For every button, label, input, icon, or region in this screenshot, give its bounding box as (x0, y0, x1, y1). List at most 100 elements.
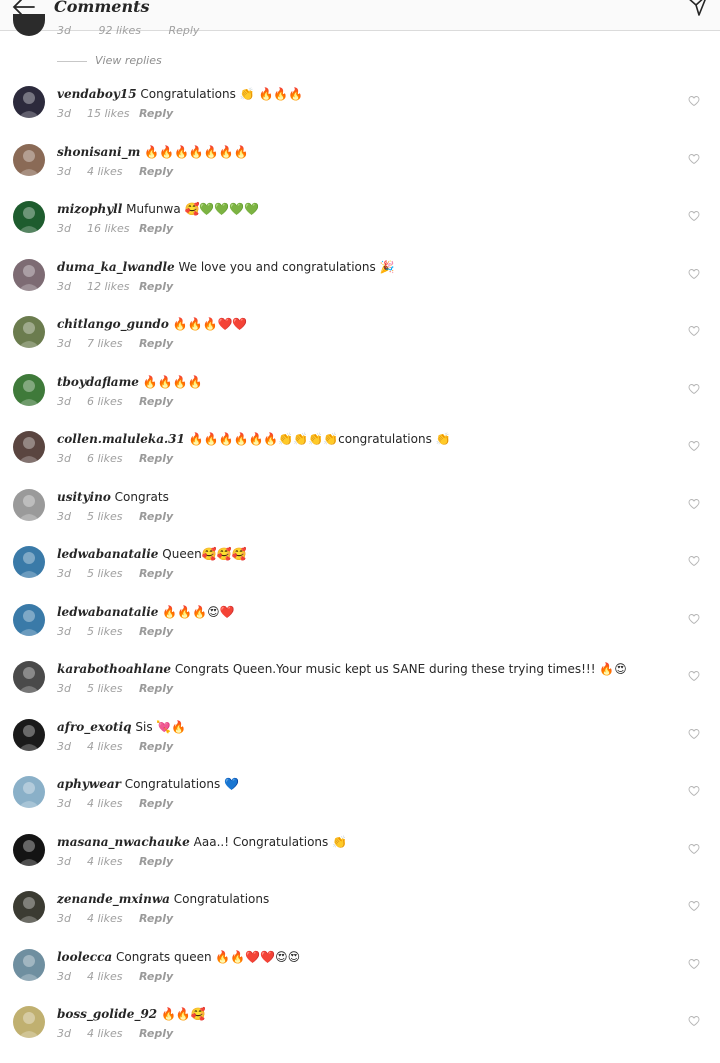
comment-username[interactable]: afro_exotiq (57, 720, 132, 734)
avatar[interactable] (13, 1006, 45, 1038)
comment-likes[interactable]: 5 likes (87, 682, 139, 695)
comment-username[interactable]: aphywear (57, 777, 121, 791)
reply-button[interactable]: Reply (139, 912, 173, 925)
heart-icon[interactable] (688, 325, 700, 337)
comment-username[interactable]: tboydaflame (57, 375, 139, 389)
comment-likes[interactable]: 4 likes (87, 912, 139, 925)
send-icon[interactable] (684, 0, 710, 18)
comment-likes[interactable]: 5 likes (87, 625, 139, 638)
heart-icon[interactable] (688, 843, 700, 855)
comment-username[interactable]: vendaboy15 (57, 87, 137, 101)
comment-body: afro_exotiq Sis 💘🔥 (57, 719, 680, 735)
comment-likes[interactable]: 15 likes (87, 107, 139, 120)
comment-username[interactable]: shonisani_m (57, 145, 140, 159)
comment-likes[interactable]: 4 likes (87, 1027, 139, 1040)
heart-icon[interactable] (688, 153, 700, 165)
comment-body: mizophyll Mufunwa 🥰💚💚💚💚 (57, 201, 680, 217)
heart-icon[interactable] (688, 383, 700, 395)
comment-likes[interactable]: 7 likes (87, 337, 139, 350)
heart-icon[interactable] (688, 268, 700, 280)
avatar[interactable] (13, 718, 45, 751)
comment-username[interactable]: ledwabanatalie (57, 547, 158, 561)
comment-username[interactable]: usityino (57, 490, 111, 504)
reply-button[interactable]: Reply (139, 797, 173, 810)
reply-button[interactable]: Reply (168, 24, 199, 37)
heart-icon[interactable] (688, 900, 700, 912)
heart-icon[interactable] (688, 555, 700, 567)
comment-username[interactable]: karabothoahlane (57, 662, 171, 676)
heart-icon[interactable] (688, 958, 700, 970)
comment-time: 3d (57, 1027, 71, 1040)
view-replies-button[interactable]: View replies (57, 54, 162, 67)
comment-likes[interactable]: 6 likes (87, 452, 139, 465)
comment-likes[interactable]: 4 likes (87, 740, 139, 753)
comment-username[interactable]: loolecca (57, 950, 112, 964)
reply-button[interactable]: Reply (139, 452, 173, 465)
comment-likes[interactable]: 4 likes (87, 797, 139, 810)
reply-button[interactable]: Reply (139, 740, 173, 753)
comment-likes[interactable]: 4 likes (87, 165, 139, 178)
reply-button[interactable]: Reply (139, 567, 173, 580)
avatar[interactable] (13, 603, 45, 636)
avatar[interactable] (13, 258, 45, 291)
heart-icon[interactable] (688, 440, 700, 452)
comment-username[interactable]: mizophyll (57, 202, 122, 216)
avatar[interactable] (13, 661, 45, 693)
reply-button[interactable]: Reply (139, 970, 173, 983)
avatar[interactable] (13, 948, 45, 981)
reply-button[interactable]: Reply (139, 625, 173, 638)
comment-body: loolecca Congrats queen 🔥🔥❤️❤️😍😍 (57, 949, 680, 965)
comment-likes[interactable]: 16 likes (87, 222, 139, 235)
heart-icon[interactable] (688, 95, 700, 107)
comment-body: shonisani_m 🔥🔥🔥🔥🔥🔥🔥 (57, 144, 680, 160)
avatar[interactable] (13, 546, 45, 578)
reply-button[interactable]: Reply (139, 280, 173, 293)
avatar[interactable] (13, 431, 45, 463)
comment-username[interactable]: duma_ka_lwandle (57, 260, 175, 274)
reply-button[interactable]: Reply (139, 682, 173, 695)
comment-time: 3d (57, 797, 71, 810)
reply-button[interactable]: Reply (139, 1027, 173, 1040)
avatar[interactable] (13, 316, 45, 348)
comment-likes[interactable]: 5 likes (87, 510, 139, 523)
comment-text: 🔥🔥🔥🔥 (142, 374, 203, 389)
comment-meta: 3d 5 likes Reply (57, 567, 173, 580)
reply-button[interactable]: Reply (139, 165, 173, 178)
comment-username[interactable]: zenande_mxinwa (57, 892, 170, 906)
comment-body: chitlango_gundo 🔥🔥🔥❤️❤️ (57, 316, 680, 332)
comment-likes[interactable]: 5 likes (87, 567, 139, 580)
reply-button[interactable]: Reply (139, 510, 173, 523)
avatar[interactable] (13, 776, 45, 808)
heart-icon[interactable] (688, 498, 700, 510)
comment-likes[interactable]: 92 likes (98, 24, 140, 37)
comment-likes[interactable]: 12 likes (87, 280, 139, 293)
heart-icon[interactable] (688, 670, 700, 682)
heart-icon[interactable] (688, 728, 700, 740)
comment-username[interactable]: masana_nwachauke (57, 835, 190, 849)
reply-button[interactable]: Reply (139, 337, 173, 350)
heart-icon[interactable] (688, 785, 700, 797)
avatar[interactable] (13, 488, 45, 521)
reply-button[interactable]: Reply (139, 395, 173, 408)
comment-username[interactable]: boss_golide_92 (57, 1007, 157, 1021)
comment-username[interactable]: chitlango_gundo (57, 317, 169, 331)
avatar[interactable] (13, 201, 45, 233)
reply-button[interactable]: Reply (139, 222, 173, 235)
reply-button[interactable]: Reply (139, 855, 173, 868)
comment-username[interactable]: collen.maluleka.31 (57, 432, 185, 446)
comment-text: Mufunwa 🥰💚💚💚💚 (126, 202, 260, 216)
comment-username[interactable]: ledwabanatalie (57, 605, 158, 619)
heart-icon[interactable] (688, 613, 700, 625)
avatar[interactable] (13, 833, 45, 866)
avatar[interactable] (13, 143, 45, 176)
avatar[interactable] (13, 373, 45, 406)
comment-likes[interactable]: 4 likes (87, 855, 139, 868)
heart-icon[interactable] (688, 210, 700, 222)
avatar[interactable] (13, 891, 45, 923)
comment-likes[interactable]: 6 likes (87, 395, 139, 408)
avatar[interactable] (13, 86, 45, 118)
comment-likes[interactable]: 4 likes (87, 970, 139, 983)
reply-button[interactable]: Reply (139, 107, 173, 120)
heart-icon[interactable] (688, 1015, 700, 1027)
avatar[interactable] (13, 14, 45, 36)
